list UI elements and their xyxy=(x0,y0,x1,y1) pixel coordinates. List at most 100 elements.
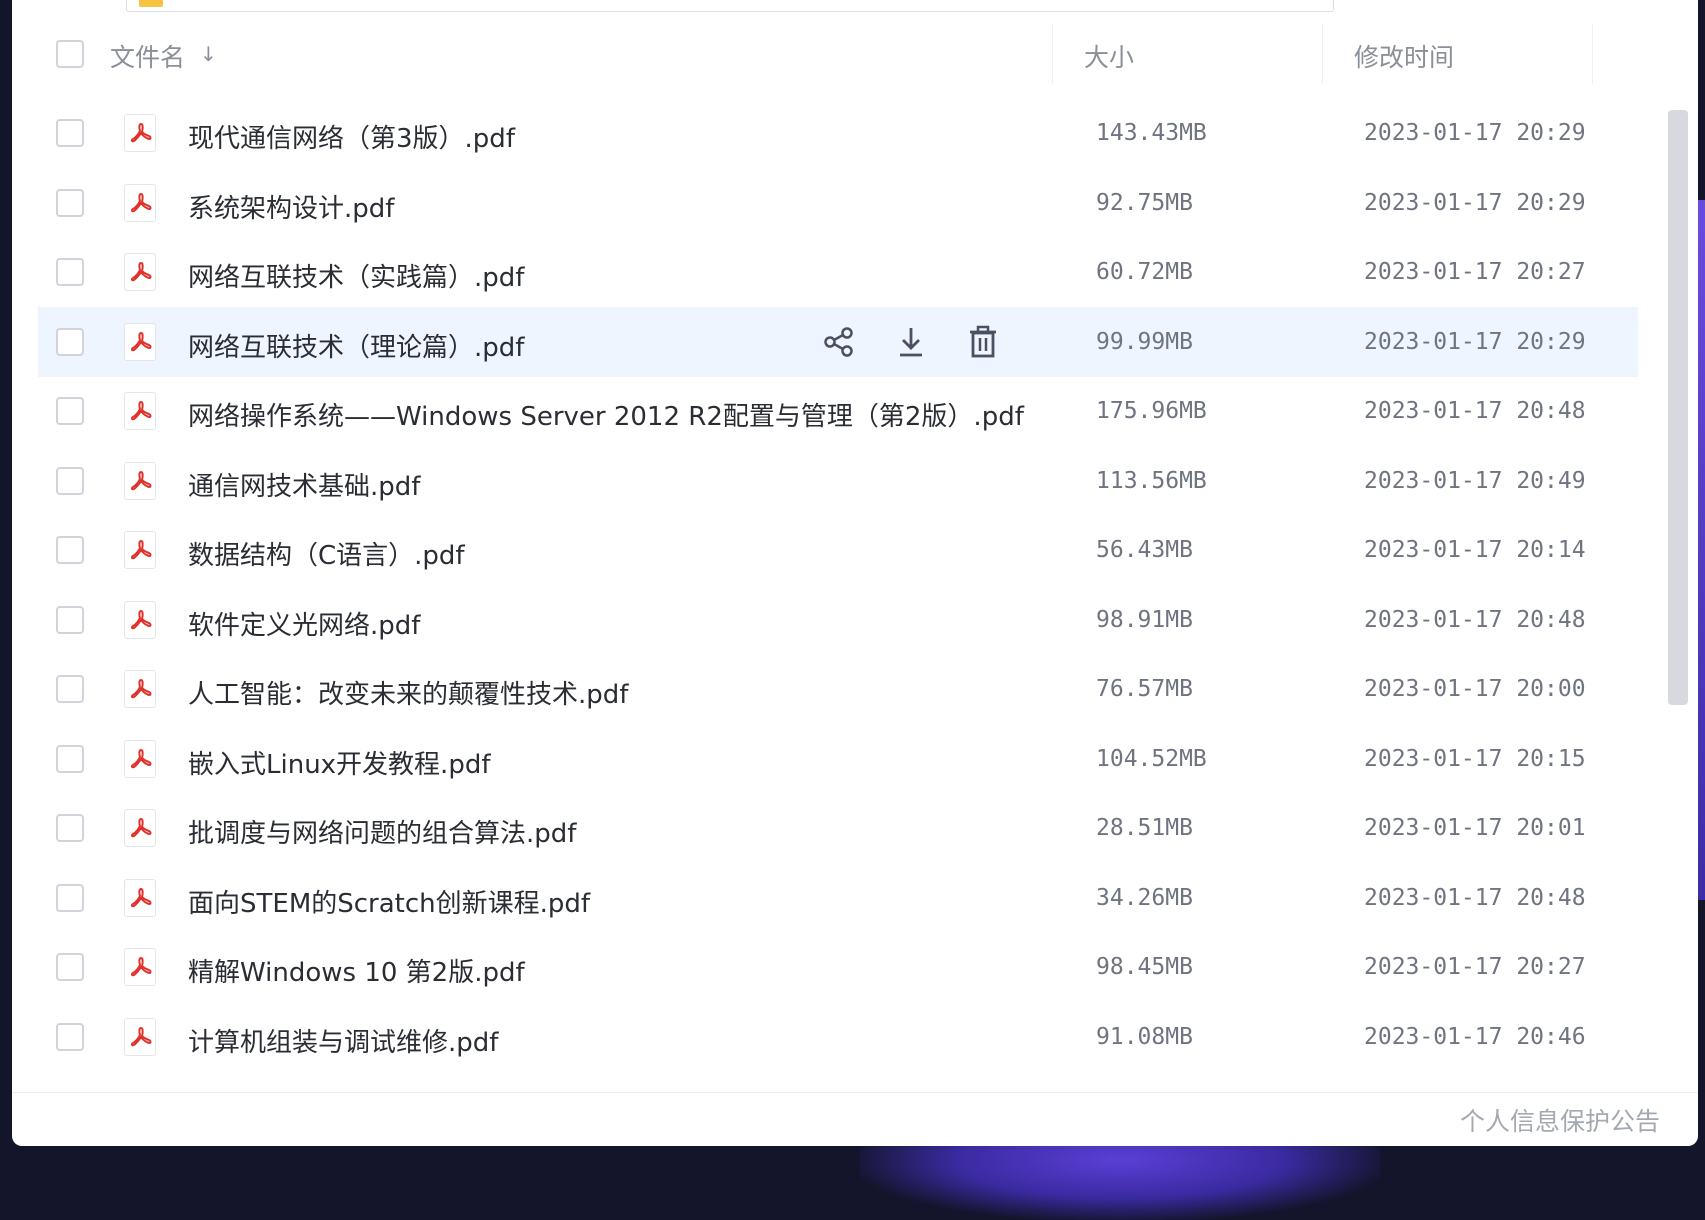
file-size: 113.56MB xyxy=(1096,467,1207,494)
file-list-window: 文件名 ↓ 大小 修改时间 现代通信网络（第3版）.pdf 143.43MB 202… xyxy=(12,0,1698,1146)
pdf-icon xyxy=(124,392,156,430)
footer-divider xyxy=(12,1092,1698,1093)
file-row[interactable]: 数据结构（C语言）.pdf 56.43MB 2023-01-17 20:14 xyxy=(38,515,1638,585)
column-divider[interactable] xyxy=(1592,24,1593,84)
file-name[interactable]: 软件定义光网络.pdf xyxy=(188,605,420,642)
file-size: 56.43MB xyxy=(1096,537,1193,563)
sort-arrow-icon[interactable]: ↓ xyxy=(200,42,217,66)
file-row[interactable]: 嵌入式Linux开发教程.pdf 104.52MB 2023-01-17 20:15 xyxy=(38,724,1638,794)
file-modified-time: 2023-01-17 20:00 xyxy=(1364,676,1586,702)
file-size: 76.57MB xyxy=(1096,676,1193,702)
row-checkbox[interactable] xyxy=(56,188,84,217)
pdf-icon xyxy=(124,600,156,639)
file-row[interactable]: 精解Windows 10 第2版.pdf 98.45MB 2023-01-17 20… xyxy=(38,932,1638,1002)
row-checkbox[interactable] xyxy=(56,327,84,356)
row-checkbox[interactable] xyxy=(56,744,84,773)
delete-icon[interactable] xyxy=(964,323,1002,361)
file-modified-time: 2023-01-17 20:29 xyxy=(1364,189,1586,216)
row-checkbox[interactable] xyxy=(56,883,84,912)
file-size: 143.43MB xyxy=(1096,120,1207,146)
row-checkbox[interactable] xyxy=(56,605,84,634)
row-checkbox[interactable] xyxy=(56,536,84,564)
file-name[interactable]: 数据结构（C语言）.pdf xyxy=(188,535,465,572)
column-header-modified[interactable]: 修改时间 xyxy=(1354,38,1454,74)
download-icon[interactable] xyxy=(892,323,930,361)
file-modified-time: 2023-01-17 20:29 xyxy=(1364,328,1586,355)
file-modified-time: 2023-01-17 20:46 xyxy=(1364,1023,1586,1050)
file-name[interactable]: 嵌入式Linux开发教程.pdf xyxy=(188,744,490,781)
file-size: 104.52MB xyxy=(1096,745,1207,772)
file-row[interactable]: 网络互联技术（理论篇）.pdf 99.99MB 2023-01-17 20:29 xyxy=(38,306,1638,377)
file-row[interactable]: 面向STEM的Scratch创新课程.pdf 34.26MB 2023-01-17 … xyxy=(38,863,1638,933)
row-checkbox[interactable] xyxy=(56,119,84,147)
pdf-icon xyxy=(124,1017,156,1056)
file-name[interactable]: 网络互联技术（实践篇）.pdf xyxy=(188,257,524,294)
file-size: 34.26MB xyxy=(1096,884,1193,911)
table-header: 文件名 ↓ 大小 修改时间 xyxy=(12,12,1652,96)
file-name[interactable]: 批调度与网络问题的组合算法.pdf xyxy=(188,813,576,850)
privacy-notice-link[interactable]: 个人信息保护公告 xyxy=(1460,1102,1660,1138)
file-row[interactable]: 计算机组装与调试维修.pdf 91.08MB 2023-01-17 20:46 xyxy=(38,1002,1638,1072)
file-modified-time: 2023-01-17 20:48 xyxy=(1364,398,1586,424)
file-row[interactable]: 通信网技术基础.pdf 113.56MB 2023-01-17 20:49 xyxy=(38,446,1638,516)
row-checkbox[interactable] xyxy=(56,1022,84,1051)
row-checkbox[interactable] xyxy=(56,258,84,286)
pdf-icon xyxy=(124,114,156,152)
file-modified-time: 2023-01-17 20:14 xyxy=(1364,537,1586,563)
toolbar-strip xyxy=(12,0,1698,12)
pdf-icon xyxy=(124,739,156,778)
file-name[interactable]: 精解Windows 10 第2版.pdf xyxy=(188,952,525,989)
file-row[interactable]: 人工智能：改变未来的颠覆性技术.pdf 76.57MB 2023-01-17 20:… xyxy=(38,654,1638,724)
column-header-size[interactable]: 大小 xyxy=(1084,38,1134,74)
pdf-icon xyxy=(124,670,156,708)
share-icon[interactable] xyxy=(820,323,858,361)
path-bar[interactable] xyxy=(126,0,1334,12)
row-checkbox[interactable] xyxy=(56,953,84,981)
scrollbar-thumb[interactable] xyxy=(1668,110,1688,705)
pdf-icon xyxy=(124,948,156,986)
file-name[interactable]: 计算机组装与调试维修.pdf xyxy=(188,1022,498,1059)
row-checkbox[interactable] xyxy=(56,397,84,425)
file-modified-time: 2023-01-17 20:27 xyxy=(1364,954,1586,980)
row-checkbox[interactable] xyxy=(56,466,84,495)
pdf-icon xyxy=(124,253,156,291)
file-name[interactable]: 网络操作系统——Windows Server 2012 R2配置与管理（第2版）… xyxy=(188,396,1024,433)
file-name[interactable]: 现代通信网络（第3版）.pdf xyxy=(188,118,515,155)
row-checkbox[interactable] xyxy=(56,814,84,842)
file-modified-time: 2023-01-17 20:49 xyxy=(1364,467,1586,494)
column-header-name[interactable]: 文件名 xyxy=(110,38,185,74)
select-all-checkbox[interactable] xyxy=(56,40,84,68)
file-row[interactable]: 软件定义光网络.pdf 98.91MB 2023-01-17 20:48 xyxy=(38,585,1638,655)
row-checkbox[interactable] xyxy=(56,675,84,703)
file-size: 99.99MB xyxy=(1096,328,1193,355)
file-modified-time: 2023-01-17 20:29 xyxy=(1364,120,1586,146)
file-size: 98.91MB xyxy=(1096,606,1193,633)
file-size: 91.08MB xyxy=(1096,1023,1193,1050)
file-name[interactable]: 通信网技术基础.pdf xyxy=(188,466,420,503)
file-modified-time: 2023-01-17 20:15 xyxy=(1364,745,1586,772)
file-size: 98.45MB xyxy=(1096,954,1193,980)
file-name[interactable]: 人工智能：改变未来的颠覆性技术.pdf xyxy=(188,674,628,711)
pdf-icon xyxy=(124,322,156,361)
file-row[interactable]: 网络操作系统——Windows Server 2012 R2配置与管理（第2版）… xyxy=(38,376,1638,446)
file-modified-time: 2023-01-17 20:01 xyxy=(1364,815,1586,841)
column-divider[interactable] xyxy=(1052,24,1053,84)
file-size: 28.51MB xyxy=(1096,815,1193,841)
pdf-icon xyxy=(124,531,156,569)
file-name[interactable]: 网络互联技术（理论篇）.pdf xyxy=(188,327,524,364)
column-divider[interactable] xyxy=(1322,24,1323,84)
file-row[interactable]: 系统架构设计.pdf 92.75MB 2023-01-17 20:29 xyxy=(38,168,1638,238)
pdf-icon xyxy=(124,809,156,847)
file-size: 92.75MB xyxy=(1096,189,1193,216)
file-modified-time: 2023-01-17 20:27 xyxy=(1364,259,1586,285)
file-row[interactable]: 批调度与网络问题的组合算法.pdf 28.51MB 2023-01-17 20:01 xyxy=(38,793,1638,863)
file-name[interactable]: 面向STEM的Scratch创新课程.pdf xyxy=(188,883,590,920)
pdf-icon xyxy=(124,878,156,917)
file-size: 175.96MB xyxy=(1096,398,1207,424)
pdf-icon xyxy=(124,461,156,500)
file-row[interactable]: 网络互联技术（实践篇）.pdf 60.72MB 2023-01-17 20:27 xyxy=(38,237,1638,307)
file-name[interactable]: 系统架构设计.pdf xyxy=(188,188,394,225)
file-row[interactable]: 现代通信网络（第3版）.pdf 143.43MB 2023-01-17 20:29 xyxy=(38,98,1638,168)
file-size: 60.72MB xyxy=(1096,259,1193,285)
pdf-icon xyxy=(124,183,156,222)
